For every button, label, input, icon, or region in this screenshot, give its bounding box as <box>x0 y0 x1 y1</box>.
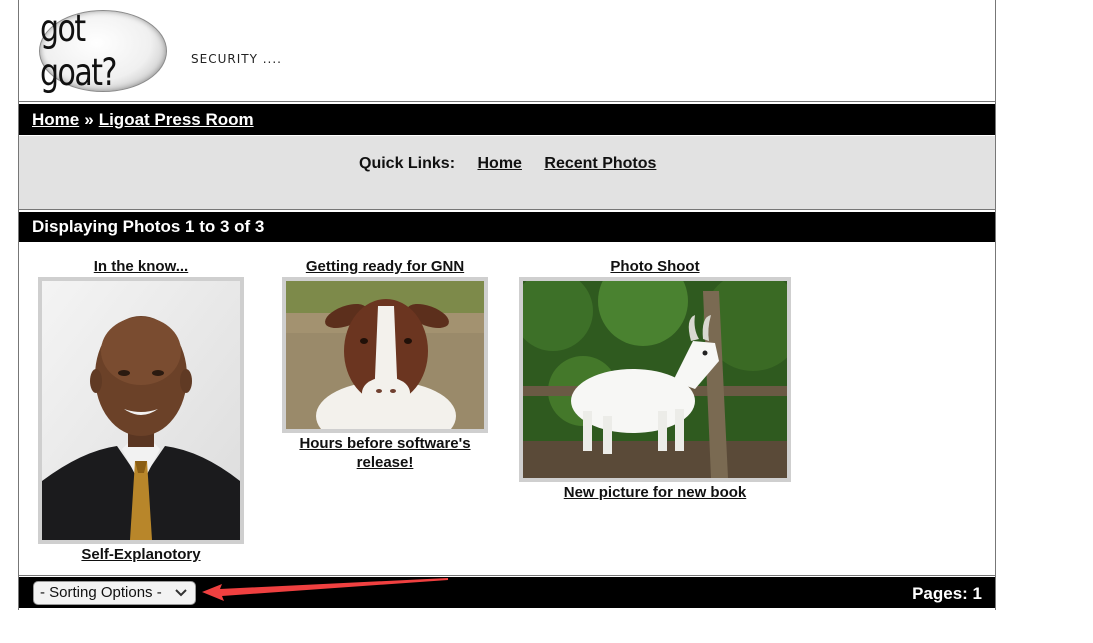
logo-text: got goat? <box>40 7 117 95</box>
breadcrumb-current-link[interactable]: Ligoat Press Room <box>99 110 254 130</box>
quick-links-label: Quick Links: <box>359 155 456 172</box>
quick-links-bar: Quick Links: Home Recent Photos <box>19 136 995 210</box>
footer-bar: - Sorting Options - Pages: 1 <box>19 577 995 608</box>
photo-thumbnail[interactable] <box>519 277 791 482</box>
pages-indicator: Pages: 1 <box>912 584 982 603</box>
photo-thumbnail[interactable] <box>282 277 488 433</box>
goat-closeup-image <box>286 281 484 429</box>
logo[interactable]: got goat? <box>39 7 167 95</box>
photo-caption-link[interactable]: Self-Explanotory <box>37 545 245 564</box>
tagline: SECURITY .... <box>191 52 282 66</box>
sorting-options-select[interactable]: - Sorting Options - <box>33 581 196 605</box>
white-goat-image <box>523 281 787 478</box>
photo-cell: Photo Shoot New picture for new book <box>519 258 791 502</box>
photo-cell: Getting ready for GNN Hours before softw… <box>281 258 489 472</box>
photo-gallery: In the know... Self-Explanotory Getting … <box>19 243 995 576</box>
display-status-text: Displaying Photos 1 to 3 of 3 <box>32 217 265 236</box>
display-status-bar: Displaying Photos 1 to 3 of 3 <box>19 212 995 242</box>
photo-thumbnail[interactable] <box>38 277 244 544</box>
photo-caption-link[interactable]: New picture for new book <box>519 483 791 502</box>
photo-title-link[interactable]: Photo Shoot <box>519 258 791 275</box>
sorting-options-value: - Sorting Options - <box>40 584 162 601</box>
photo-title-link[interactable]: Getting ready for GNN <box>281 258 489 275</box>
chevron-down-icon <box>175 589 187 597</box>
photo-title-link[interactable]: In the know... <box>37 258 245 275</box>
quick-link-home[interactable]: Home <box>477 155 521 172</box>
annotation-arrow-icon <box>202 578 448 601</box>
breadcrumb-home-link[interactable]: Home <box>32 110 79 130</box>
photo-caption-link[interactable]: Hours before software's release! <box>281 434 489 472</box>
photo-cell: In the know... Self-Explanotory <box>37 258 245 564</box>
person-portrait-image <box>42 281 240 540</box>
quick-link-recent-photos[interactable]: Recent Photos <box>544 155 656 172</box>
breadcrumb: Home » Ligoat Press Room <box>19 104 995 135</box>
site-header: got goat? SECURITY .... <box>19 0 995 102</box>
quick-links: Quick Links: Home Recent Photos <box>359 155 674 173</box>
page: got goat? SECURITY .... Home » Ligoat Pr… <box>18 0 996 610</box>
breadcrumb-separator: » <box>84 109 94 129</box>
